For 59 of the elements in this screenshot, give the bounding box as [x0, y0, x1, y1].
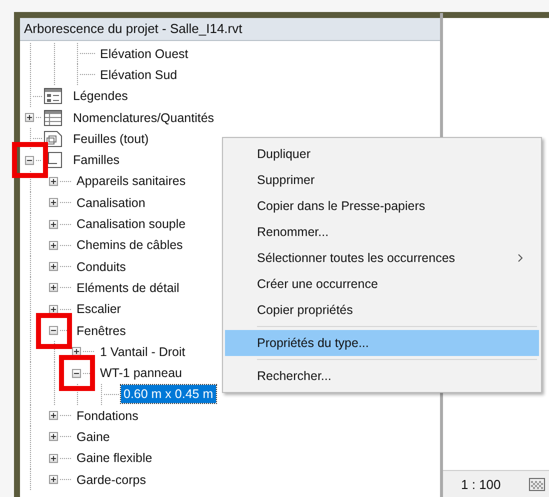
tree-item[interactable]: Légendes: [70, 87, 131, 106]
expand-toggle[interactable]: [25, 113, 34, 122]
tree-item[interactable]: Feuilles (tout): [70, 130, 152, 148]
expand-toggle[interactable]: [48, 262, 58, 272]
menu-item-label: Copier dans le Presse-papiers: [257, 199, 426, 213]
sheet-icon: [44, 130, 62, 147]
menu-item[interactable]: Propriétés du type...: [225, 330, 539, 356]
menu-item[interactable]: Créer une occurrence: [225, 271, 539, 297]
expand-toggle[interactable]: [48, 432, 58, 442]
tree-item[interactable]: Canalisation souple: [74, 215, 189, 234]
tree-item[interactable]: 0.60 m x 0.45 m: [120, 385, 216, 404]
tree-item[interactable]: Familles: [70, 151, 123, 170]
expand-toggle[interactable]: [48, 475, 58, 484]
tree-item[interactable]: WT-1 panneau: [97, 364, 185, 382]
menu-item-label: Créer une occurrence: [257, 277, 378, 291]
menu-item[interactable]: Renommer...: [225, 219, 539, 245]
tree-item[interactable]: Gaine flexible: [74, 449, 156, 468]
tree-item[interactable]: Canalisation: [74, 194, 148, 212]
expand-toggle[interactable]: [48, 198, 58, 208]
tree-item[interactable]: Fenêtres: [74, 322, 129, 340]
menu-item[interactable]: Supprimer: [225, 167, 539, 193]
menu-item[interactable]: Copier dans le Presse-papiers: [225, 193, 539, 219]
expand-toggle[interactable]: [48, 283, 58, 292]
tree-item[interactable]: Eléments de détail: [74, 278, 182, 297]
expand-toggle[interactable]: [48, 411, 58, 420]
collapse-toggle[interactable]: [48, 326, 58, 335]
expand-toggle[interactable]: [48, 220, 58, 229]
menu-item-label: Propriétés du type...: [257, 336, 369, 350]
menu-item-label: Renommer...: [257, 225, 329, 239]
collapse-toggle[interactable]: [25, 156, 34, 165]
menu-item[interactable]: Rechercher...: [225, 363, 539, 389]
tree-item[interactable]: Appareils sanitaires: [74, 172, 189, 190]
table-icon: [44, 110, 62, 126]
panel-title: Arborescence du projet - Salle_I14.rvt: [20, 18, 440, 41]
expand-toggle[interactable]: [48, 176, 58, 186]
legend-icon: [44, 88, 62, 104]
tree-item[interactable]: Garde-corps: [74, 470, 149, 489]
menu-item-label: Rechercher...: [257, 369, 332, 383]
menu-item-label: Copier propriétés: [257, 303, 353, 317]
tree-item[interactable]: 1 Vantail - Droit: [97, 342, 188, 361]
tree-item[interactable]: Fondations: [74, 406, 142, 425]
tree-item[interactable]: Escalier: [74, 300, 124, 318]
tree-item[interactable]: Elévation Ouest: [97, 44, 192, 63]
tree-item[interactable]: Conduits: [74, 258, 129, 276]
menu-item[interactable]: Sélectionner toutes les occurrences: [225, 245, 539, 271]
tree-item[interactable]: Chemins de câbles: [74, 236, 186, 254]
tree-item[interactable]: Elévation Sud: [97, 66, 180, 84]
detail-level-icon[interactable]: [528, 478, 545, 490]
tree-item[interactable]: Nomenclatures/Quantités: [70, 108, 218, 127]
expand-toggle[interactable]: [48, 454, 58, 463]
tree-item[interactable]: Gaine: [74, 428, 113, 446]
menu-item[interactable]: Copier propriétés: [225, 297, 539, 323]
menu-item-label: Sélectionner toutes les occurrences: [257, 251, 456, 265]
menu-item-label: Dupliquer: [257, 147, 311, 161]
menu-item[interactable]: Dupliquer: [225, 141, 539, 167]
expand-toggle[interactable]: [48, 240, 58, 250]
menu-item-label: Supprimer: [257, 173, 315, 187]
expand-toggle[interactable]: [48, 304, 58, 314]
collapse-toggle[interactable]: [72, 368, 81, 378]
